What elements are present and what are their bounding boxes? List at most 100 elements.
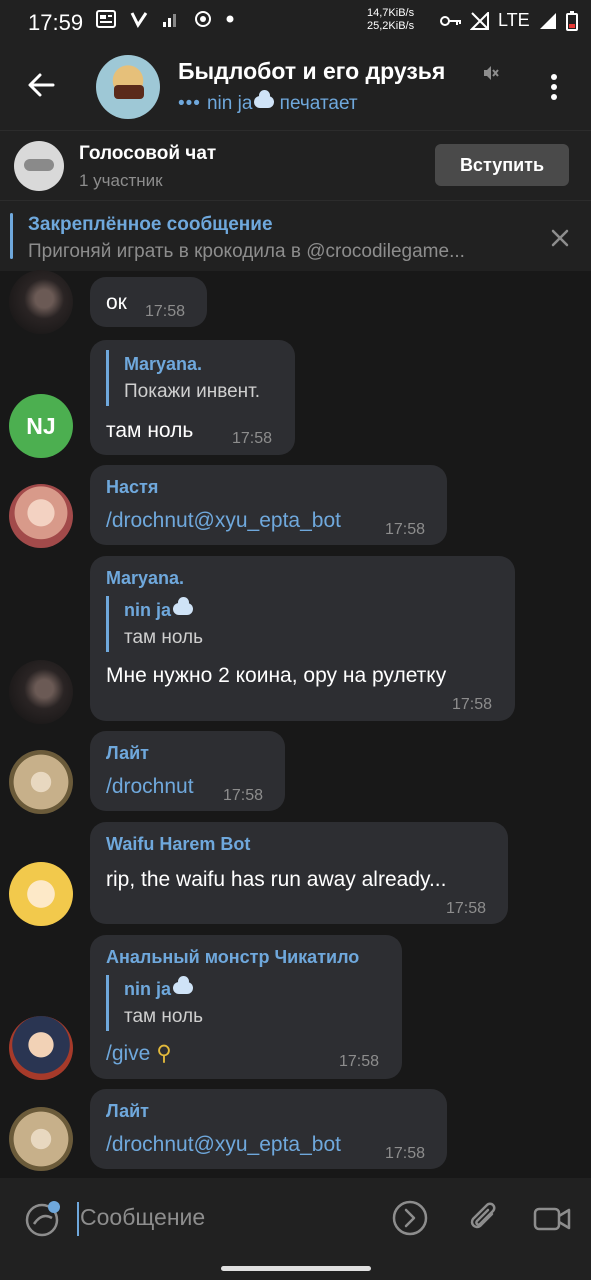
muted-speaker-icon	[484, 66, 499, 80]
reply-quote[interactable]: Maryana. Покажи инвент.	[106, 350, 260, 406]
arrow-left-icon[interactable]	[26, 70, 56, 100]
network-type: LTE	[498, 10, 530, 30]
wifi-off-icon	[470, 11, 489, 30]
message-bubble[interactable]: Лайт /drochnut 17:58	[90, 731, 285, 811]
status-notification-icons	[96, 10, 234, 28]
reply-sender-name: nin ja	[124, 600, 172, 620]
message-text: там ноль	[106, 419, 194, 442]
network-speed: 14,7KiB/s 25,2KiB/s	[367, 7, 414, 33]
pinned-title: Закреплённое сообщение	[28, 214, 273, 235]
chat-title[interactable]: Быдлобот и его друзья	[178, 58, 445, 85]
message-time: 17:58	[232, 430, 273, 447]
voice-participant-avatar	[14, 141, 64, 191]
voice-chat-title: Голосовой чат	[79, 143, 217, 164]
speed-down: 25,2KiB/s	[367, 20, 415, 32]
group-avatar[interactable]	[96, 55, 160, 119]
message-sender[interactable]: Лайт	[106, 743, 149, 764]
status-bar: 17:59 14,7KiB/s 25,2KiB/s LTE	[0, 0, 591, 44]
message-bubble[interactable]: Maryana. nin ja там ноль Мне нужно 2 кои…	[90, 556, 515, 721]
emoji-sticker-icon[interactable]	[24, 1200, 62, 1238]
key-icon	[440, 15, 461, 26]
message-bubble[interactable]: ок 17:58	[90, 277, 207, 327]
key-emoji-icon: ⚲	[156, 1042, 172, 1065]
message-time: 17:58	[446, 900, 487, 917]
message-command-link[interactable]: /drochnut	[106, 775, 194, 799]
battery-icon	[565, 10, 578, 31]
paperclip-icon[interactable]	[466, 1198, 502, 1238]
bot-commands-icon[interactable]	[392, 1200, 428, 1236]
text-caret	[77, 1202, 79, 1236]
message-command-link[interactable]: /drochnut@xyu_epta_bot	[106, 1133, 341, 1157]
message-sender[interactable]: Настя	[106, 477, 158, 498]
reply-sender-name: nin ja	[124, 979, 172, 999]
message-time: 17:58	[145, 303, 186, 320]
message-command-link[interactable]: /drochnut@xyu_epta_bot	[106, 509, 341, 533]
pinned-indicator	[10, 213, 13, 259]
message-time: 17:58	[385, 521, 426, 538]
pinned-message-bar[interactable]: Закреплённое сообщение Пригоняй играть в…	[0, 200, 591, 271]
signal-icon	[163, 14, 176, 27]
message-time: 17:58	[452, 696, 493, 713]
message-input[interactable]: Сообщение	[80, 1204, 205, 1231]
cloud-emoji-icon	[173, 597, 194, 615]
typing-user: nin ja	[206, 93, 253, 114]
reply-sender: nin ja	[124, 975, 203, 1003]
reply-quote[interactable]: nin ja там ноль	[106, 975, 203, 1031]
reply-sender: nin ja	[124, 596, 203, 624]
message-time: 17:58	[385, 1145, 426, 1162]
signal-strength-icon	[539, 12, 556, 29]
message-sender[interactable]: Анальный монстр Чикатило	[106, 947, 359, 968]
user-avatar[interactable]	[9, 1107, 73, 1171]
voice-chat-participants: 1 участник	[79, 171, 163, 190]
video-message-icon[interactable]	[533, 1204, 571, 1234]
cloud-emoji-icon	[173, 976, 194, 994]
home-gesture-handle[interactable]	[221, 1266, 371, 1271]
typing-dots-icon: •••	[178, 93, 201, 114]
message-input-bar: Сообщение	[0, 1178, 591, 1258]
message-bubble[interactable]: Лайт /drochnut@xyu_epta_bot 17:58	[90, 1089, 447, 1169]
message-bubble[interactable]: Waifu Harem Bot rip, the waifu has run a…	[90, 822, 508, 924]
reply-text: там ноль	[124, 1006, 204, 1027]
user-avatar[interactable]	[9, 660, 73, 724]
message-command-link[interactable]: /give	[106, 1042, 150, 1065]
message-text: /give ⚲	[106, 1041, 172, 1066]
join-voice-button[interactable]: Вступить	[435, 144, 569, 186]
message-bubble[interactable]: Анальный монстр Чикатило nin ja там ноль…	[90, 935, 402, 1079]
pinned-text: Пригоняй играть в крокодила в @crocodile…	[28, 241, 465, 262]
message-sender[interactable]: Maryana.	[106, 568, 184, 589]
user-avatar[interactable]	[9, 484, 73, 548]
dot-icon	[226, 15, 234, 23]
message-text: Мне нужно 2 коина, ору на рулетку	[106, 664, 447, 687]
reply-quote[interactable]: nin ja там ноль	[106, 596, 203, 652]
news-icon	[96, 10, 116, 28]
user-avatar[interactable]	[9, 270, 73, 334]
message-text: rip, the waifu has run away already...	[106, 868, 447, 891]
message-time: 17:58	[339, 1053, 380, 1070]
user-avatar[interactable]: NJ	[9, 394, 73, 458]
message-bubble[interactable]: Maryana. Покажи инвент. там ноль 17:58	[90, 340, 295, 455]
vk-icon	[130, 12, 148, 28]
message-time: 17:58	[223, 787, 264, 804]
reply-text: там ноль	[124, 627, 204, 648]
speed-up: 14,7KiB/s	[367, 7, 415, 19]
reply-text: Покажи инвент.	[124, 381, 261, 402]
system-nav-bar	[0, 1258, 591, 1280]
status-time: 17:59	[28, 10, 84, 35]
more-vertical-icon[interactable]	[544, 72, 564, 102]
voice-chat-bar[interactable]: Голосовой чат 1 участник Вступить	[0, 130, 591, 201]
user-avatar[interactable]	[9, 862, 73, 926]
app-icon	[195, 11, 211, 27]
message-list[interactable]: ок 17:58 NJ Maryana. Покажи инвент. там …	[0, 270, 591, 1178]
message-sender[interactable]: Лайт	[106, 1101, 149, 1122]
message-text: ок	[106, 291, 127, 314]
user-avatar[interactable]	[9, 750, 73, 814]
cloud-emoji-icon	[254, 90, 275, 108]
typing-text: печатает	[279, 93, 358, 114]
reply-sender: Maryana.	[124, 354, 203, 374]
close-icon[interactable]	[550, 228, 570, 248]
chat-header: Быдлобот и его друзья ••• nin ja печатает	[0, 44, 591, 130]
user-avatar[interactable]	[9, 1016, 73, 1080]
message-bubble[interactable]: Настя /drochnut@xyu_epta_bot 17:58	[90, 465, 447, 545]
message-sender[interactable]: Waifu Harem Bot	[106, 834, 250, 855]
status-system-icons: LTE	[440, 10, 578, 31]
